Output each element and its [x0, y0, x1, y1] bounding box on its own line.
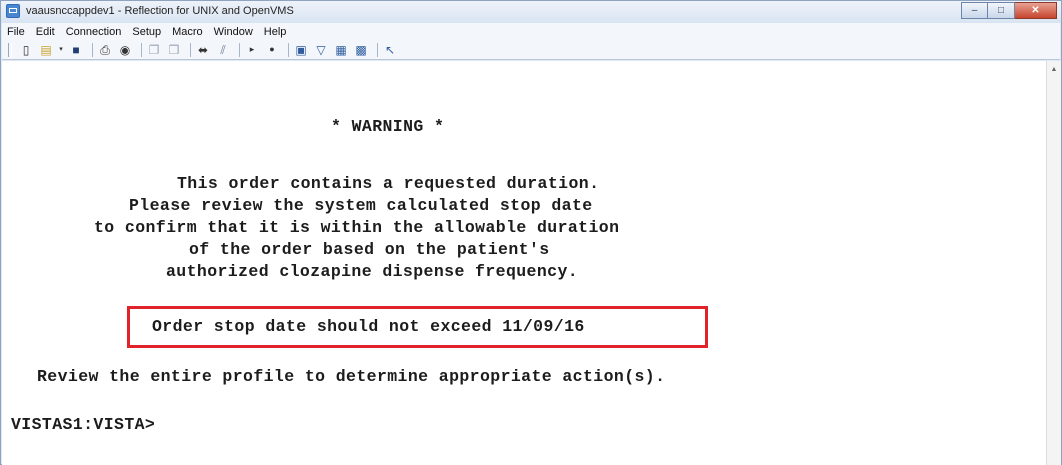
copy-icon[interactable]: ❐: [146, 42, 162, 58]
menu-connection[interactable]: Connection: [66, 26, 122, 38]
minimize-icon: –: [971, 4, 978, 16]
app-icon[interactable]: [6, 4, 20, 18]
scroll-up-icon[interactable]: ▲: [1047, 61, 1061, 77]
maximize-icon: □: [997, 4, 1005, 16]
command-prompt[interactable]: VISTAS1:VISTA>: [11, 415, 155, 434]
menu-edit[interactable]: Edit: [36, 26, 55, 38]
menu-macro[interactable]: Macro: [172, 26, 203, 38]
vertical-scrollbar[interactable]: ▲: [1046, 61, 1061, 465]
disconnect-icon[interactable]: ⫽: [215, 42, 231, 58]
record-icon[interactable]: ●: [264, 42, 280, 58]
keyboard-icon[interactable]: ▽: [313, 42, 329, 58]
toolbar-separator: [239, 42, 240, 57]
paste-icon[interactable]: ❒: [166, 42, 182, 58]
menu-help[interactable]: Help: [264, 26, 287, 38]
title-bar[interactable]: vaausnccappdev1 - Reflection for UNIX an…: [1, 1, 1061, 23]
highlight-annotation-box: [127, 306, 708, 348]
play-icon[interactable]: ▸: [244, 42, 260, 58]
review-line: Review the entire profile to determine a…: [37, 367, 666, 386]
toolbar-separator: [190, 42, 191, 57]
terminal-screen[interactable]: * WARNING * This order contains a reques…: [2, 61, 1046, 465]
connect-icon[interactable]: ⬌: [195, 42, 211, 58]
find-icon[interactable]: ◉: [117, 42, 133, 58]
minimize-button[interactable]: –: [961, 2, 988, 19]
message-line: of the order based on the patient's: [189, 240, 550, 259]
toolbar-separator: [92, 42, 93, 57]
warning-heading: * WARNING *: [331, 117, 445, 136]
toolbar-separator: [288, 42, 289, 57]
maximize-button[interactable]: □: [988, 2, 1015, 19]
toolbar-grip[interactable]: [8, 42, 12, 57]
menu-file[interactable]: File: [7, 26, 25, 38]
toolbar-separator: [377, 42, 378, 57]
message-line: This order contains a requested duration…: [177, 174, 600, 193]
settings-icon[interactable]: ▦: [333, 42, 349, 58]
save-icon[interactable]: ■: [68, 42, 84, 58]
open-folder-icon[interactable]: ▤: [38, 42, 54, 58]
menu-setup[interactable]: Setup: [132, 26, 161, 38]
print-icon[interactable]: ⎙: [97, 42, 113, 58]
close-icon: ✕: [1031, 4, 1040, 16]
close-button[interactable]: ✕: [1015, 2, 1057, 19]
message-line: Please review the system calculated stop…: [129, 196, 593, 215]
menu-bar: File Edit Connection Setup Macro Window …: [2, 23, 1060, 40]
open-dropdown-icon[interactable]: ▾: [58, 42, 64, 58]
message-line: authorized clozapine dispense frequency.: [166, 262, 579, 281]
help-pointer-icon[interactable]: ↖: [382, 42, 398, 58]
app-window: vaausnccappdev1 - Reflection for UNIX an…: [0, 0, 1062, 465]
toolbar-separator: [141, 42, 142, 57]
display-icon[interactable]: ▣: [293, 42, 309, 58]
toolbar: ▯ ▤ ▾ ■ ⎙ ◉ ❐ ❒ ⬌ ⫽ ▸ ● ▣ ▽ ▦ ▩ ↖: [2, 40, 1060, 60]
window-title: vaausnccappdev1 - Reflection for UNIX an…: [26, 5, 294, 17]
menu-window[interactable]: Window: [214, 26, 253, 38]
grid-icon[interactable]: ▩: [353, 42, 369, 58]
window-controls: – □ ✕: [961, 2, 1057, 20]
new-document-icon[interactable]: ▯: [18, 42, 34, 58]
message-line: to confirm that it is within the allowab…: [94, 218, 620, 237]
